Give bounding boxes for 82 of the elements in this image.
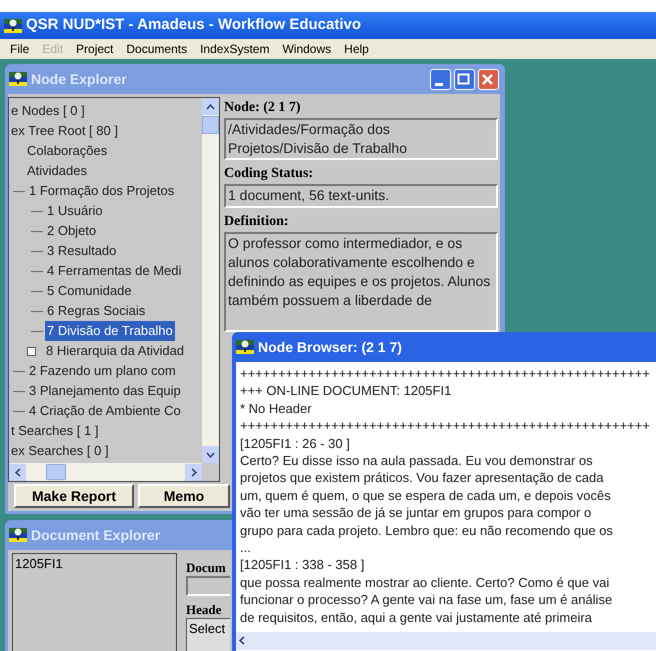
menu-item[interactable]: Windows xyxy=(282,40,332,58)
definition-label: Definition: xyxy=(224,213,290,231)
text-line: projetos que existem práticos. Vou fazer apresentação de cada xyxy=(240,469,604,487)
tree-connector xyxy=(31,210,43,212)
tree-item[interactable]: ex Searches [ 0 ] xyxy=(9,441,111,461)
text-line: de requisitos, então, aqui a gente vai justamente até primeira xyxy=(240,608,593,626)
node-path-field: /Atividades/Formação dos Projetos/Divisão de Trabalho xyxy=(224,118,498,160)
memo-button[interactable]: Memo xyxy=(138,484,230,508)
coding-status-label: Coding Status: xyxy=(224,165,314,183)
menu-item[interactable]: Project xyxy=(76,40,114,58)
header-select[interactable]: Select xyxy=(186,618,230,651)
text-line: * No Header xyxy=(240,400,313,418)
tree-logo-icon xyxy=(4,18,22,32)
tree-item[interactable]: ex Tree Root [ 80 ] xyxy=(9,121,120,141)
tree-connector xyxy=(31,290,43,292)
tree-item[interactable]: 6 Regras Sociais xyxy=(45,301,148,321)
text-line: vão ter uma sessão de já se juntar em grupos para compor o xyxy=(240,504,592,522)
document-field[interactable] xyxy=(186,576,230,596)
tree-item[interactable]: Colaborações xyxy=(25,141,110,161)
text-line: ++++++++++++++++++++++++++++++++++++++++++++++++++++++ xyxy=(240,417,651,435)
scroll-up-icon[interactable] xyxy=(206,104,215,110)
menu-item[interactable]: File xyxy=(10,40,30,58)
text-line: +++ ON-LINE DOCUMENT: 1205FI1 xyxy=(240,382,452,400)
text-line: Certo? Eu disse isso na aula passada. Eu vou demonstrar os xyxy=(240,452,594,470)
window-title: Node Browser: (2 1 7) xyxy=(258,338,402,357)
window-title: Node Explorer xyxy=(31,70,127,89)
scroll-left-icon[interactable] xyxy=(239,636,245,645)
report-button[interactable]: Make Report xyxy=(14,484,134,508)
text-line: [1205FI1 : 26 - 30 ] xyxy=(240,434,351,452)
text-line: [1205FI1 : 338 - 358 ] xyxy=(240,556,366,574)
scroll-right-icon[interactable] xyxy=(190,468,196,476)
window-title: Document Explorer xyxy=(31,526,160,545)
tree-connector xyxy=(13,390,25,392)
tree-connector xyxy=(31,230,43,232)
expand-box-icon[interactable] xyxy=(27,346,36,356)
definition-field: O professor como intermediador, e os alunos colaborativamente escolhendo e definindo as equipes e os projetos. Alunos também possuem a liberdade de xyxy=(224,232,498,332)
tree-connector xyxy=(31,270,43,272)
horizontal-scrollbar[interactable] xyxy=(236,632,656,650)
tree-item[interactable]: 7 Divisão de Trabalho xyxy=(45,321,175,341)
tree-item[interactable]: 2 Fazendo um plano com xyxy=(27,361,178,381)
scroll-thumb[interactable] xyxy=(202,116,219,134)
menu-item[interactable]: IndexSystem xyxy=(200,40,270,58)
tree-item[interactable]: 5 Comunidade xyxy=(45,281,134,301)
tree-item[interactable]: 3 Resultado xyxy=(45,241,118,261)
vertical-scrollbar[interactable] xyxy=(202,98,219,463)
tree-connector xyxy=(31,250,43,252)
text-line: ... xyxy=(240,539,252,556)
tree-item[interactable]: 4 Criação de Ambiente Co xyxy=(27,401,183,421)
tree-connector xyxy=(31,310,43,312)
text-line: que possa realmente mostrar ao cliente. Certo? Como é que vai xyxy=(240,574,610,592)
tree-connector xyxy=(31,330,43,332)
text-line: grupo para cada projeto. Lembro que: eu não recomendo que os xyxy=(240,522,614,540)
coding-status-field: 1 document, 56 text-units. xyxy=(224,184,498,208)
window-title: QSR NUD*IST - Amadeus - Workflow Educativo xyxy=(26,15,362,36)
tree-item[interactable]: 1 Usuário xyxy=(45,201,105,221)
text-line: funcionar o processo? A gente vai na fase um, fase um é análise xyxy=(240,591,614,609)
tree-item[interactable]: 1 Formação dos Projetos xyxy=(27,181,176,201)
menu-item[interactable]: Help xyxy=(344,40,369,58)
tree-item[interactable]: 3 Planejamento das Equip xyxy=(27,381,183,401)
scroll-left-icon[interactable] xyxy=(14,468,20,476)
menu-item[interactable]: Documents xyxy=(126,40,188,58)
scroll-down-icon[interactable] xyxy=(206,452,215,458)
tree-item[interactable]: e Nodes [ 0 ] xyxy=(9,101,87,121)
tree-connector xyxy=(13,370,25,372)
tree-logo-icon xyxy=(236,340,254,354)
tree-item[interactable]: Atividades xyxy=(25,161,89,181)
tree-item[interactable]: 2 Objeto xyxy=(45,221,98,241)
scroll-thumb[interactable] xyxy=(46,464,66,480)
header-label: Heade xyxy=(186,601,222,618)
tree-connector xyxy=(13,190,25,192)
tree-item[interactable]: t Searches [ 1 ] xyxy=(9,421,100,441)
document-label: Docum xyxy=(186,559,227,576)
tree-logo-icon xyxy=(9,72,27,86)
tree-connector xyxy=(13,410,25,412)
horizontal-scrollbar[interactable] xyxy=(9,463,202,481)
tree-item[interactable]: 4 Ferramentas de Medi xyxy=(45,261,184,281)
text-line: ++++++++++++++++++++++++++++++++++++++++++++++++++++++ xyxy=(240,365,651,382)
document-item[interactable]: 1205FI1 xyxy=(15,554,174,574)
node-label: Node: (2 1 7) xyxy=(224,99,302,117)
text-line: um, quem é quem, o que se espera de cada um, e depois vocês xyxy=(240,486,612,504)
tree-item[interactable]: 8 Hierarquia da Atividad xyxy=(44,341,186,361)
tree-logo-icon xyxy=(9,528,27,542)
